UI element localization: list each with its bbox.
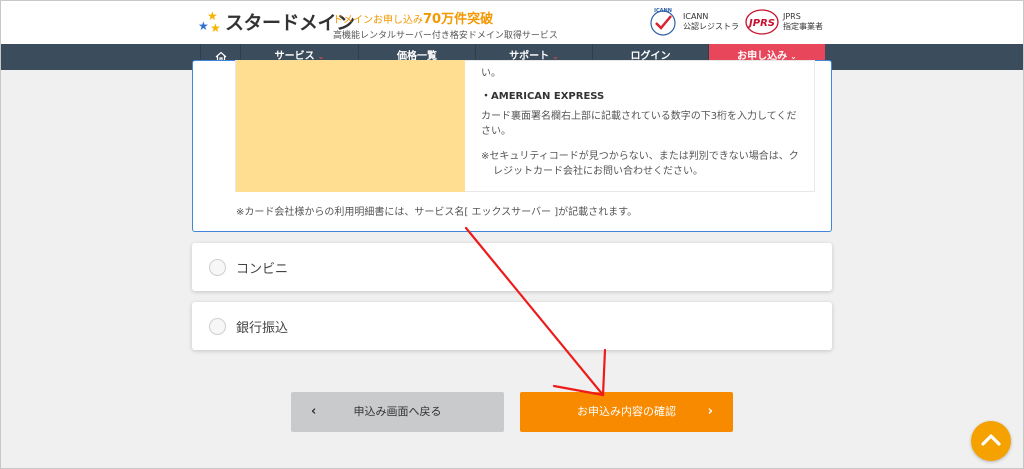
tagline-prefix: ドメインお申し込み [333,15,423,26]
card-image-placeholder [236,60,465,192]
chevron-right-icon: › [707,404,713,419]
amex-info: い。 ・AMERICAN EXPRESS カード裏面署名欄右上部に記載されている… [481,66,806,179]
security-code-note: ※セキュリティコードが見つからない、または判別できない場合は、クレジットカード会… [481,151,799,177]
back-button-label: 申込み画面へ戻る [353,405,442,418]
payment-option-convenience-store[interactable]: コンビニ [192,243,832,291]
jprs-line2: 指定事業者 [783,22,823,31]
back-to-application-button[interactable]: ‹ 申込み画面へ戻る [291,392,504,432]
chevron-up-icon [981,434,1001,446]
jprs-logo-icon: JPRS [745,9,779,35]
svg-text:JPRS: JPRS [747,18,775,29]
confirm-button-label: お申込み内容の確認 [577,405,676,418]
chevron-left-icon: ‹ [311,404,317,419]
site-header: ★ ★ ★ スタードメイン ドメインお申し込み70万件突破 高機能レンタルサーバ… [0,0,1024,44]
amex-title: ・AMERICAN EXPRESS [481,91,605,102]
payment-option-label: コンビニ [236,262,289,277]
tagline-count: 70万件突破 [423,12,494,27]
jprs-line1: JPRS [783,12,801,21]
icann-badge: ICANN ICANN 公認レジストラ [646,7,739,37]
site-logo[interactable]: ★ ★ ★ スタードメイン [198,8,355,35]
svg-text:ICANN: ICANN [654,8,672,14]
icann-logo-icon: ICANN [650,8,676,36]
statement-note: ※カード会社様からの利用明細書には、サービス名[ エックスサーバー ]が記載され… [236,207,638,218]
amex-description: カード裏面署名欄右上部に記載されている数字の下3桁を入力してください。 [481,111,797,137]
stars-logo-icon: ★ ★ ★ [198,8,221,35]
confirm-application-button[interactable]: お申込み内容の確認 › [520,392,733,432]
scroll-to-top-button[interactable] [971,421,1011,461]
previous-text-fragment: い。 [481,68,501,79]
tagline-sub: 高機能レンタルサーバー付き格安ドメイン取得サービス [333,31,558,41]
jprs-badge: JPRS JPRS 指定事業者 [744,7,823,37]
payment-option-label: 銀行振込 [236,321,289,336]
payment-option-bank-transfer[interactable]: 銀行振込 [192,302,832,350]
tagline: ドメインお申し込み70万件突破 高機能レンタルサーバー付き格安ドメイン取得サービ… [333,8,558,41]
radio-button[interactable] [209,318,226,335]
icann-line1: ICANN [683,12,709,21]
icann-line2: 公認レジストラ [683,22,739,31]
radio-button[interactable] [209,259,226,276]
